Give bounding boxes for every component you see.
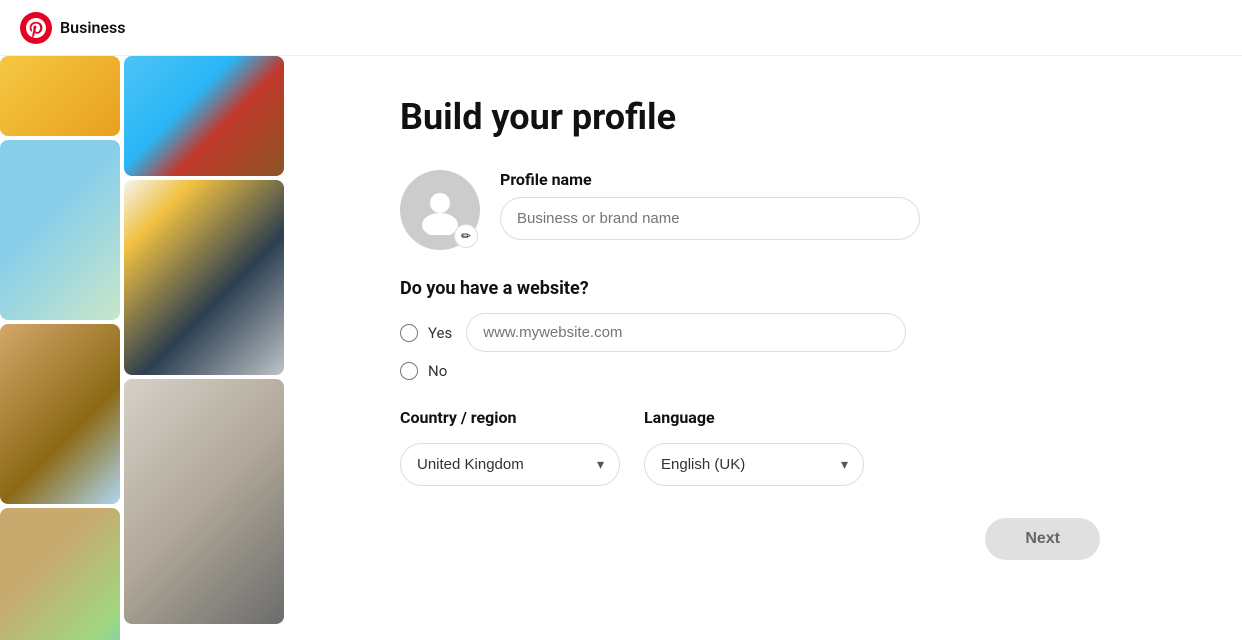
gallery-image-4	[0, 508, 120, 640]
location-language-row: Country / region United Kingdom United S…	[400, 408, 1162, 486]
header: Business	[0, 0, 1242, 56]
country-group: Country / region United Kingdom United S…	[400, 408, 620, 486]
avatar-container[interactable]: ✏	[400, 170, 480, 250]
website-no-label: No	[428, 362, 447, 380]
website-no-radio[interactable]	[400, 362, 418, 380]
gallery-image-5	[124, 56, 284, 176]
country-select[interactable]: United Kingdom United States Canada Aust…	[400, 443, 620, 486]
profile-name-section: Profile name	[500, 170, 1162, 240]
next-button[interactable]: Next	[985, 518, 1100, 560]
website-yes-radio[interactable]	[400, 324, 418, 342]
website-label: Do you have a website?	[400, 278, 1162, 299]
pinterest-logo	[20, 12, 52, 44]
website-yes-label: Yes	[428, 324, 452, 342]
image-column-1	[0, 56, 120, 640]
main-content: Build your profile ✏ Profile name Do you…	[0, 56, 1242, 640]
website-url-input[interactable]	[466, 313, 906, 352]
form-actions: Next	[400, 518, 1100, 560]
edit-avatar-button[interactable]: ✏	[454, 224, 478, 248]
profile-name-label: Profile name	[500, 170, 1162, 189]
country-label: Country / region	[400, 408, 620, 427]
gallery-image-7	[124, 379, 284, 624]
image-gallery	[0, 56, 320, 640]
image-column-2	[124, 56, 284, 640]
website-radio-group: Yes No	[400, 313, 1162, 380]
profile-name-input[interactable]	[500, 197, 920, 240]
website-yes-row: Yes	[400, 313, 1162, 352]
country-select-wrapper: United Kingdom United States Canada Aust…	[400, 443, 620, 486]
language-label: Language	[644, 408, 864, 427]
gallery-image-2	[0, 140, 120, 320]
language-select[interactable]: English (UK) English (US) French German …	[644, 443, 864, 486]
website-section: Do you have a website? Yes No	[400, 278, 1162, 380]
gallery-image-3	[0, 324, 120, 504]
gallery-image-1	[0, 56, 120, 136]
form-panel: Build your profile ✏ Profile name Do you…	[320, 56, 1242, 640]
page-title: Build your profile	[400, 96, 1162, 138]
gallery-image-6	[124, 180, 284, 375]
website-no-row: No	[400, 362, 1162, 380]
language-group: Language English (UK) English (US) Frenc…	[644, 408, 864, 486]
profile-name-row: ✏ Profile name	[400, 170, 1162, 250]
language-select-wrapper: English (UK) English (US) French German …	[644, 443, 864, 486]
header-title: Business	[60, 18, 125, 37]
